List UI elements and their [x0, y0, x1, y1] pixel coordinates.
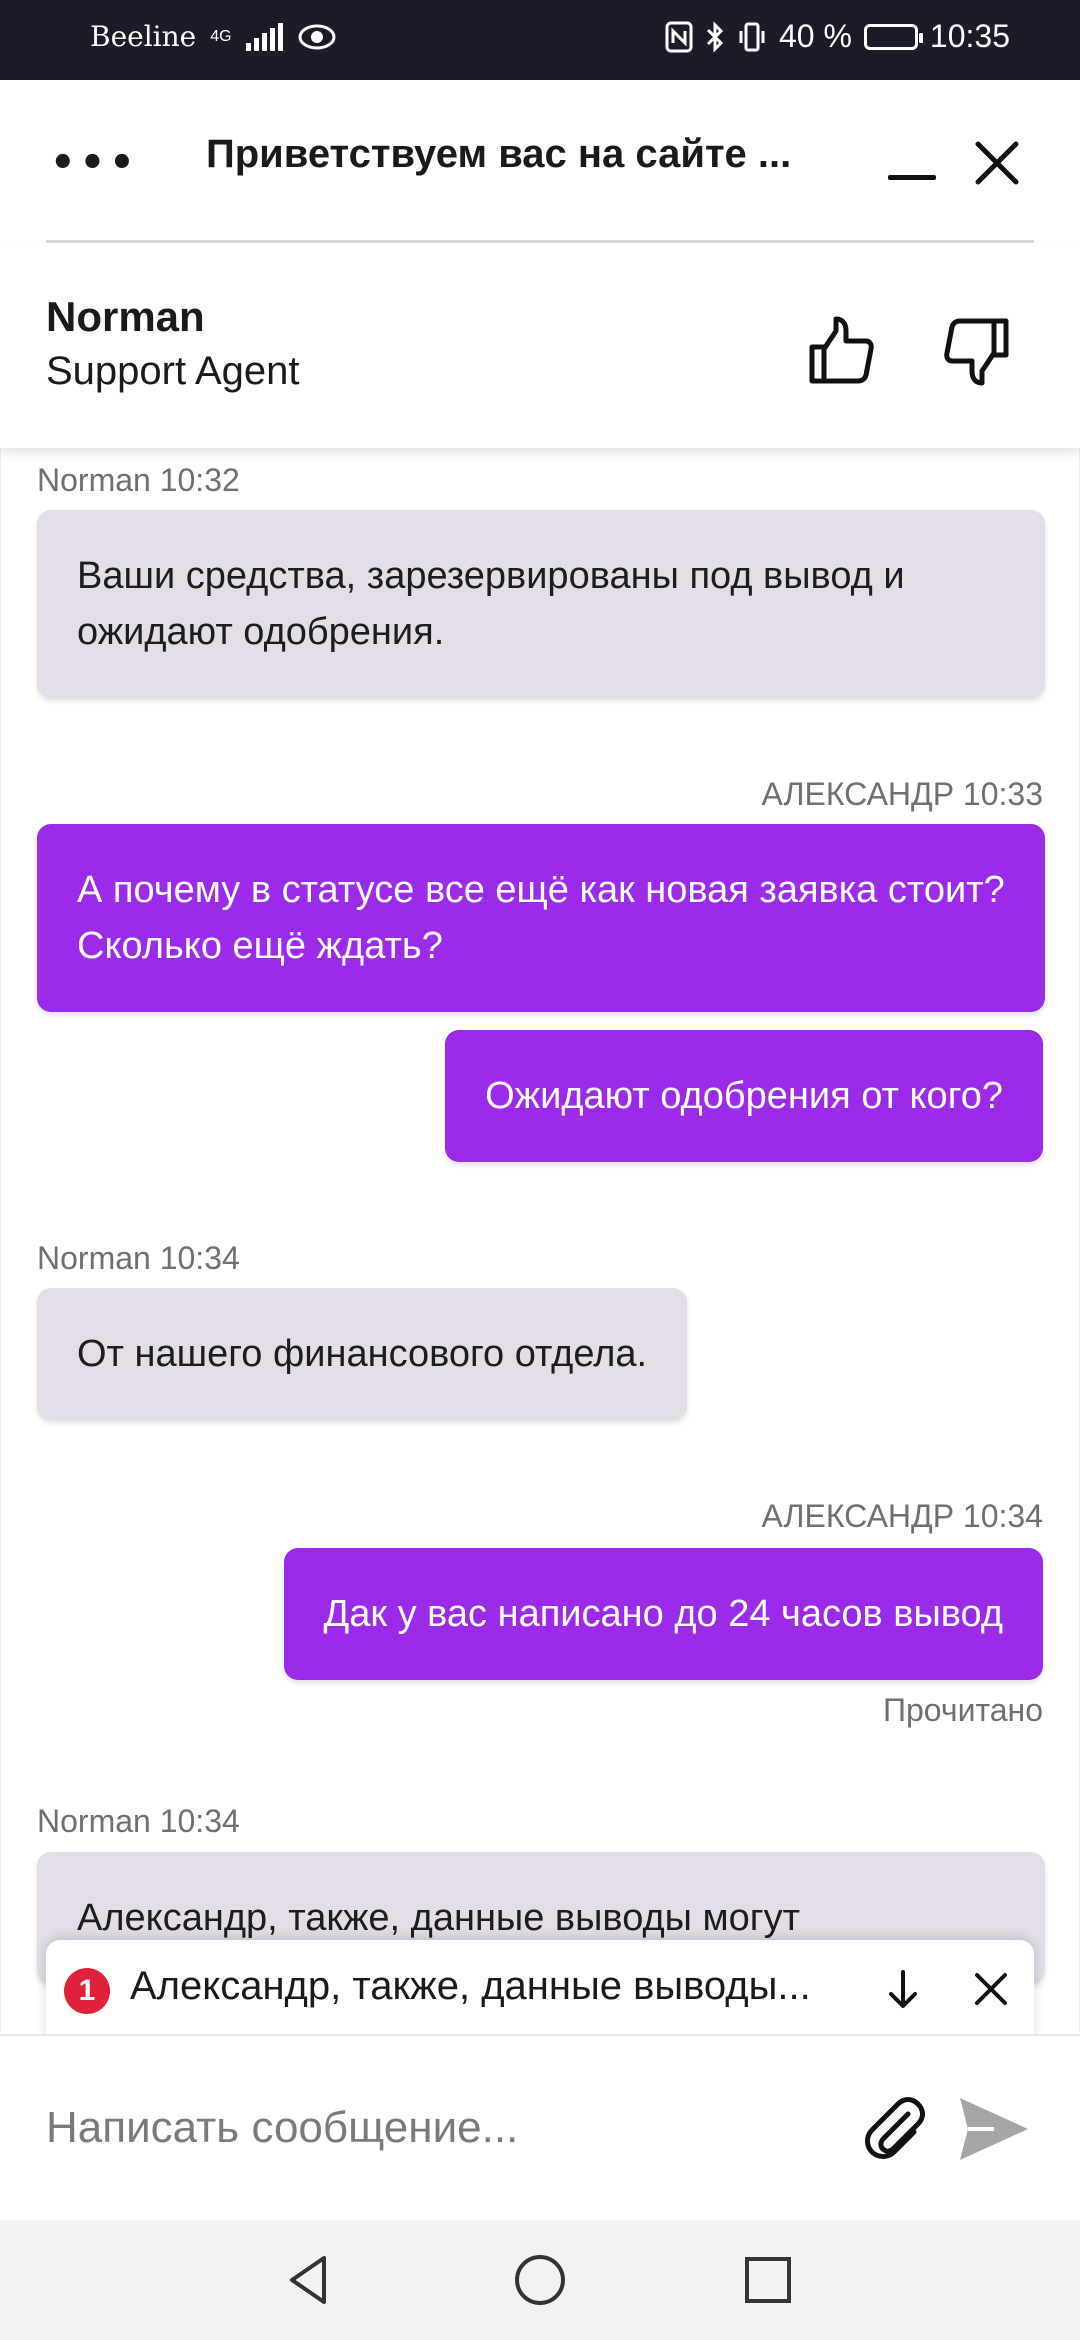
- thumbs-up-icon[interactable]: [802, 311, 882, 391]
- nfc-icon: [665, 21, 693, 52]
- home-icon[interactable]: [510, 2250, 570, 2310]
- paperclip-icon[interactable]: [856, 2092, 932, 2168]
- battery-percent: 40 %: [778, 18, 852, 54]
- chat-title: Приветствуем вас на сайте ...: [206, 132, 792, 176]
- eye-icon: [298, 24, 336, 49]
- message-meta: АЛЕКСАНДР 10:33: [761, 776, 1043, 812]
- agent-message: От нашего финансового отдела.: [37, 1288, 688, 1420]
- close-icon[interactable]: [972, 138, 1022, 188]
- battery-icon: [863, 23, 923, 50]
- message-input[interactable]: [46, 2098, 806, 2158]
- thumbs-down-icon[interactable]: [936, 311, 1016, 391]
- read-status: Прочитано: [883, 1692, 1043, 1728]
- message-list[interactable]: Norman 10:32 Ваши средства, зарезервиров…: [0, 448, 1080, 2033]
- new-message-banner[interactable]: 1 Александр, также, данные выводы...: [46, 1940, 1034, 2040]
- user-message: А почему в статусе все ещё как новая зая…: [37, 824, 1045, 1012]
- user-message: Дак у вас написано до 24 часов вывод: [283, 1548, 1043, 1680]
- signal-icon: [245, 22, 283, 51]
- unread-count-badge: 1: [64, 1968, 110, 2014]
- agent-message: Ваши средства, зарезервированы под вывод…: [37, 510, 1045, 698]
- network-type: 4G: [210, 27, 232, 45]
- message-meta: Norman 10:32: [37, 462, 240, 498]
- agent-role: Support Agent: [46, 349, 300, 393]
- status-right: 40 % 10:35: [665, 18, 1010, 55]
- vibrate-icon: [739, 22, 765, 51]
- message-meta: Norman 10:34: [37, 1240, 240, 1276]
- message-meta: Norman 10:34: [37, 1803, 240, 1839]
- status-left: Beeline 4G: [90, 20, 337, 53]
- carrier-name: Beeline: [90, 20, 197, 53]
- agent-info: Norman Support Agent: [0, 243, 1080, 448]
- recents-icon[interactable]: [738, 2250, 798, 2310]
- agent-name: Norman: [46, 293, 205, 340]
- more-options-icon[interactable]: •••: [50, 140, 139, 186]
- back-icon[interactable]: [280, 2250, 340, 2310]
- system-nav-bar: [0, 2220, 1080, 2340]
- status-bar: Beeline 4G 40 % 10:35: [0, 0, 1080, 80]
- message-composer: [0, 2034, 1080, 2220]
- arrow-down-icon[interactable]: [876, 1962, 930, 2016]
- close-banner-icon[interactable]: [968, 1966, 1014, 2012]
- clock: 10:35: [929, 18, 1010, 54]
- bluetooth-icon: [706, 20, 724, 53]
- user-message: Ожидают одобрения от кого?: [445, 1030, 1043, 1162]
- chat-header: ••• Приветствуем вас на сайте ...: [0, 80, 1080, 243]
- send-icon[interactable]: [950, 2086, 1036, 2172]
- minimize-button[interactable]: [888, 175, 936, 180]
- message-meta: АЛЕКСАНДР 10:34: [761, 1498, 1043, 1534]
- banner-preview-text[interactable]: Александр, также, данные выводы...: [130, 1964, 900, 2009]
